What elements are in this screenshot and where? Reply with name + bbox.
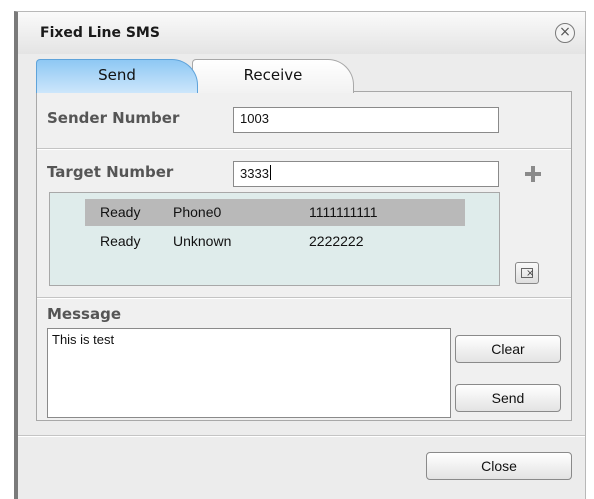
sender-number-value: 1003 bbox=[240, 111, 269, 126]
sender-number-field[interactable]: 1003 bbox=[233, 107, 499, 133]
target-number-value: 3333 bbox=[240, 166, 269, 181]
sms-dialog: Fixed Line SMS × Send Receive Sender Num… bbox=[14, 11, 586, 499]
divider bbox=[37, 297, 571, 299]
target-number-label: Target Number bbox=[47, 163, 174, 181]
tab-send[interactable]: Send bbox=[36, 59, 198, 93]
divider bbox=[37, 148, 571, 150]
footer-divider bbox=[18, 435, 585, 437]
target-number-field[interactable]: 3333 bbox=[233, 161, 499, 187]
recipient-number: 1111111111 bbox=[309, 204, 378, 220]
message-text: This is test bbox=[52, 332, 115, 347]
recipient-status: Ready bbox=[100, 233, 141, 249]
text-caret bbox=[269, 165, 271, 180]
send-panel: Sender Number 1003 Target Number 3333 Re… bbox=[36, 91, 572, 421]
message-textarea[interactable]: This is test bbox=[47, 328, 451, 418]
clear-button[interactable]: Clear bbox=[455, 335, 561, 363]
recipient-row[interactable]: Ready Unknown 2222222 bbox=[85, 228, 465, 255]
add-target-plus-icon[interactable] bbox=[525, 166, 541, 182]
tab-receive[interactable]: Receive bbox=[192, 59, 354, 93]
delete-recipient-button[interactable]: × bbox=[515, 262, 539, 284]
sender-number-label: Sender Number bbox=[47, 109, 180, 127]
recipient-name: Phone0 bbox=[173, 204, 222, 220]
close-button[interactable]: Close bbox=[426, 452, 572, 480]
recipient-status: Ready bbox=[100, 204, 141, 220]
delete-x-glyph: × bbox=[526, 268, 535, 279]
send-button[interactable]: Send bbox=[455, 384, 561, 412]
window-title: Fixed Line SMS bbox=[40, 25, 160, 41]
close-window-icon[interactable]: × bbox=[555, 23, 575, 43]
title-bar: Fixed Line SMS × bbox=[18, 12, 585, 54]
recipient-name: Unknown bbox=[173, 233, 232, 249]
recipient-list[interactable]: Ready Phone0 1111111111 Ready Unknown 22… bbox=[49, 192, 500, 286]
recipient-number: 2222222 bbox=[309, 233, 364, 249]
recipient-row[interactable]: Ready Phone0 1111111111 bbox=[85, 199, 465, 226]
message-label: Message bbox=[47, 305, 121, 323]
